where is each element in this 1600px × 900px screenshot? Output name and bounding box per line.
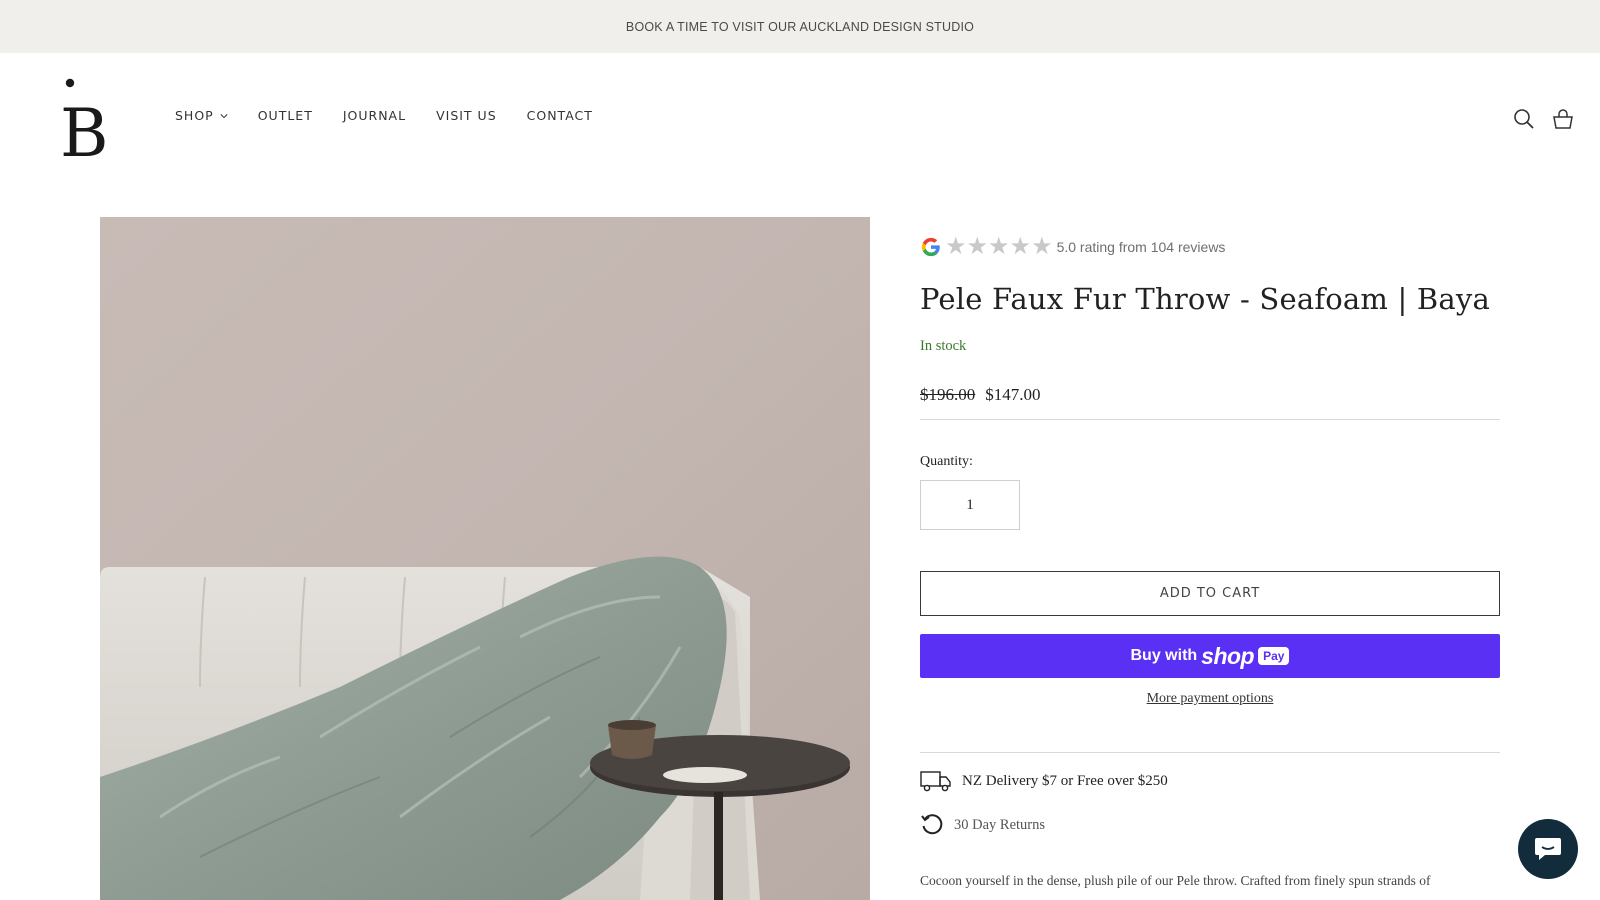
chevron-down-icon bbox=[220, 113, 228, 118]
more-payment-options-link[interactable]: More payment options bbox=[920, 691, 1500, 707]
divider bbox=[920, 419, 1500, 420]
star-icon: ★ bbox=[988, 233, 1010, 260]
star-icon: ★ bbox=[1009, 233, 1032, 260]
brand-logo[interactable]: B bbox=[60, 78, 112, 160]
star-icon: ★ bbox=[1031, 233, 1053, 260]
sale-price: $147.00 bbox=[985, 385, 1041, 404]
product-photo-illustration bbox=[100, 217, 870, 900]
google-icon bbox=[921, 237, 940, 257]
star-icon: ★ bbox=[945, 233, 967, 260]
shop-pay-buy-with: Buy with bbox=[1130, 647, 1198, 664]
compare-at-price: $196.00 bbox=[920, 385, 976, 404]
nav-label-shop: SHOP bbox=[175, 108, 214, 123]
returns-text: 30 Day Returns bbox=[954, 816, 1046, 833]
main-nav: SHOP OUTLET JOURNAL VISIT US CONTACT bbox=[175, 108, 623, 123]
product-info: ★ ★ ★ ★ ★ 5.0 rating from 104 reviews Pe… bbox=[920, 232, 1500, 889]
quantity-label: Quantity: bbox=[920, 454, 973, 469]
cart-icon[interactable] bbox=[1552, 108, 1574, 130]
add-to-cart-button[interactable]: ADD TO CART bbox=[920, 571, 1500, 616]
price-row: $196.00 $147.00 bbox=[920, 385, 1500, 405]
shop-pay-badge: Pay bbox=[1258, 647, 1290, 665]
announcement-bar[interactable]: BOOK A TIME TO VISIT OUR AUCKLAND DESIGN… bbox=[0, 0, 1600, 53]
quantity-input[interactable]: 1 bbox=[920, 480, 1020, 530]
returns-icon bbox=[921, 814, 943, 835]
divider bbox=[920, 752, 1500, 753]
nav-item-shop[interactable]: SHOP bbox=[175, 108, 228, 123]
star-icon: ★ bbox=[966, 233, 989, 260]
chat-icon bbox=[1535, 838, 1561, 860]
nav-item-journal[interactable]: JOURNAL bbox=[343, 108, 406, 123]
stock-status: In stock bbox=[920, 338, 967, 354]
shop-pay-logo: shop bbox=[1201, 642, 1255, 669]
nav-item-visit-us[interactable]: VISIT US bbox=[436, 108, 497, 123]
product-title: Pele Faux Fur Throw - Seafoam | Baya bbox=[920, 282, 1490, 316]
shop-pay-button[interactable]: Buy with shop Pay bbox=[920, 634, 1500, 678]
product-description: Cocoon yourself in the dense, plush pile… bbox=[920, 873, 1431, 888]
delivery-feature: NZ Delivery $7 or Free over $250 bbox=[920, 769, 1500, 793]
announcement-text[interactable]: BOOK A TIME TO VISIT OUR AUCKLAND DESIGN… bbox=[626, 20, 974, 34]
delivery-text: NZ Delivery $7 or Free over $250 bbox=[962, 772, 1168, 789]
nav-item-outlet[interactable]: OUTLET bbox=[258, 108, 313, 123]
truck-icon bbox=[920, 771, 951, 792]
logo-letter: B bbox=[60, 95, 109, 160]
rating-stars: ★ ★ ★ ★ ★ bbox=[945, 235, 1053, 259]
header-icons bbox=[1496, 108, 1574, 130]
nav-item-contact[interactable]: CONTACT bbox=[527, 108, 593, 123]
product-image[interactable] bbox=[100, 217, 870, 900]
rating-text[interactable]: 5.0 rating from 104 reviews bbox=[1057, 239, 1226, 255]
rating-row[interactable]: ★ ★ ★ ★ ★ 5.0 rating from 104 reviews bbox=[920, 232, 1500, 262]
chat-button[interactable] bbox=[1518, 819, 1578, 879]
search-icon[interactable] bbox=[1513, 108, 1535, 130]
returns-feature: 30 Day Returns bbox=[920, 813, 1500, 837]
